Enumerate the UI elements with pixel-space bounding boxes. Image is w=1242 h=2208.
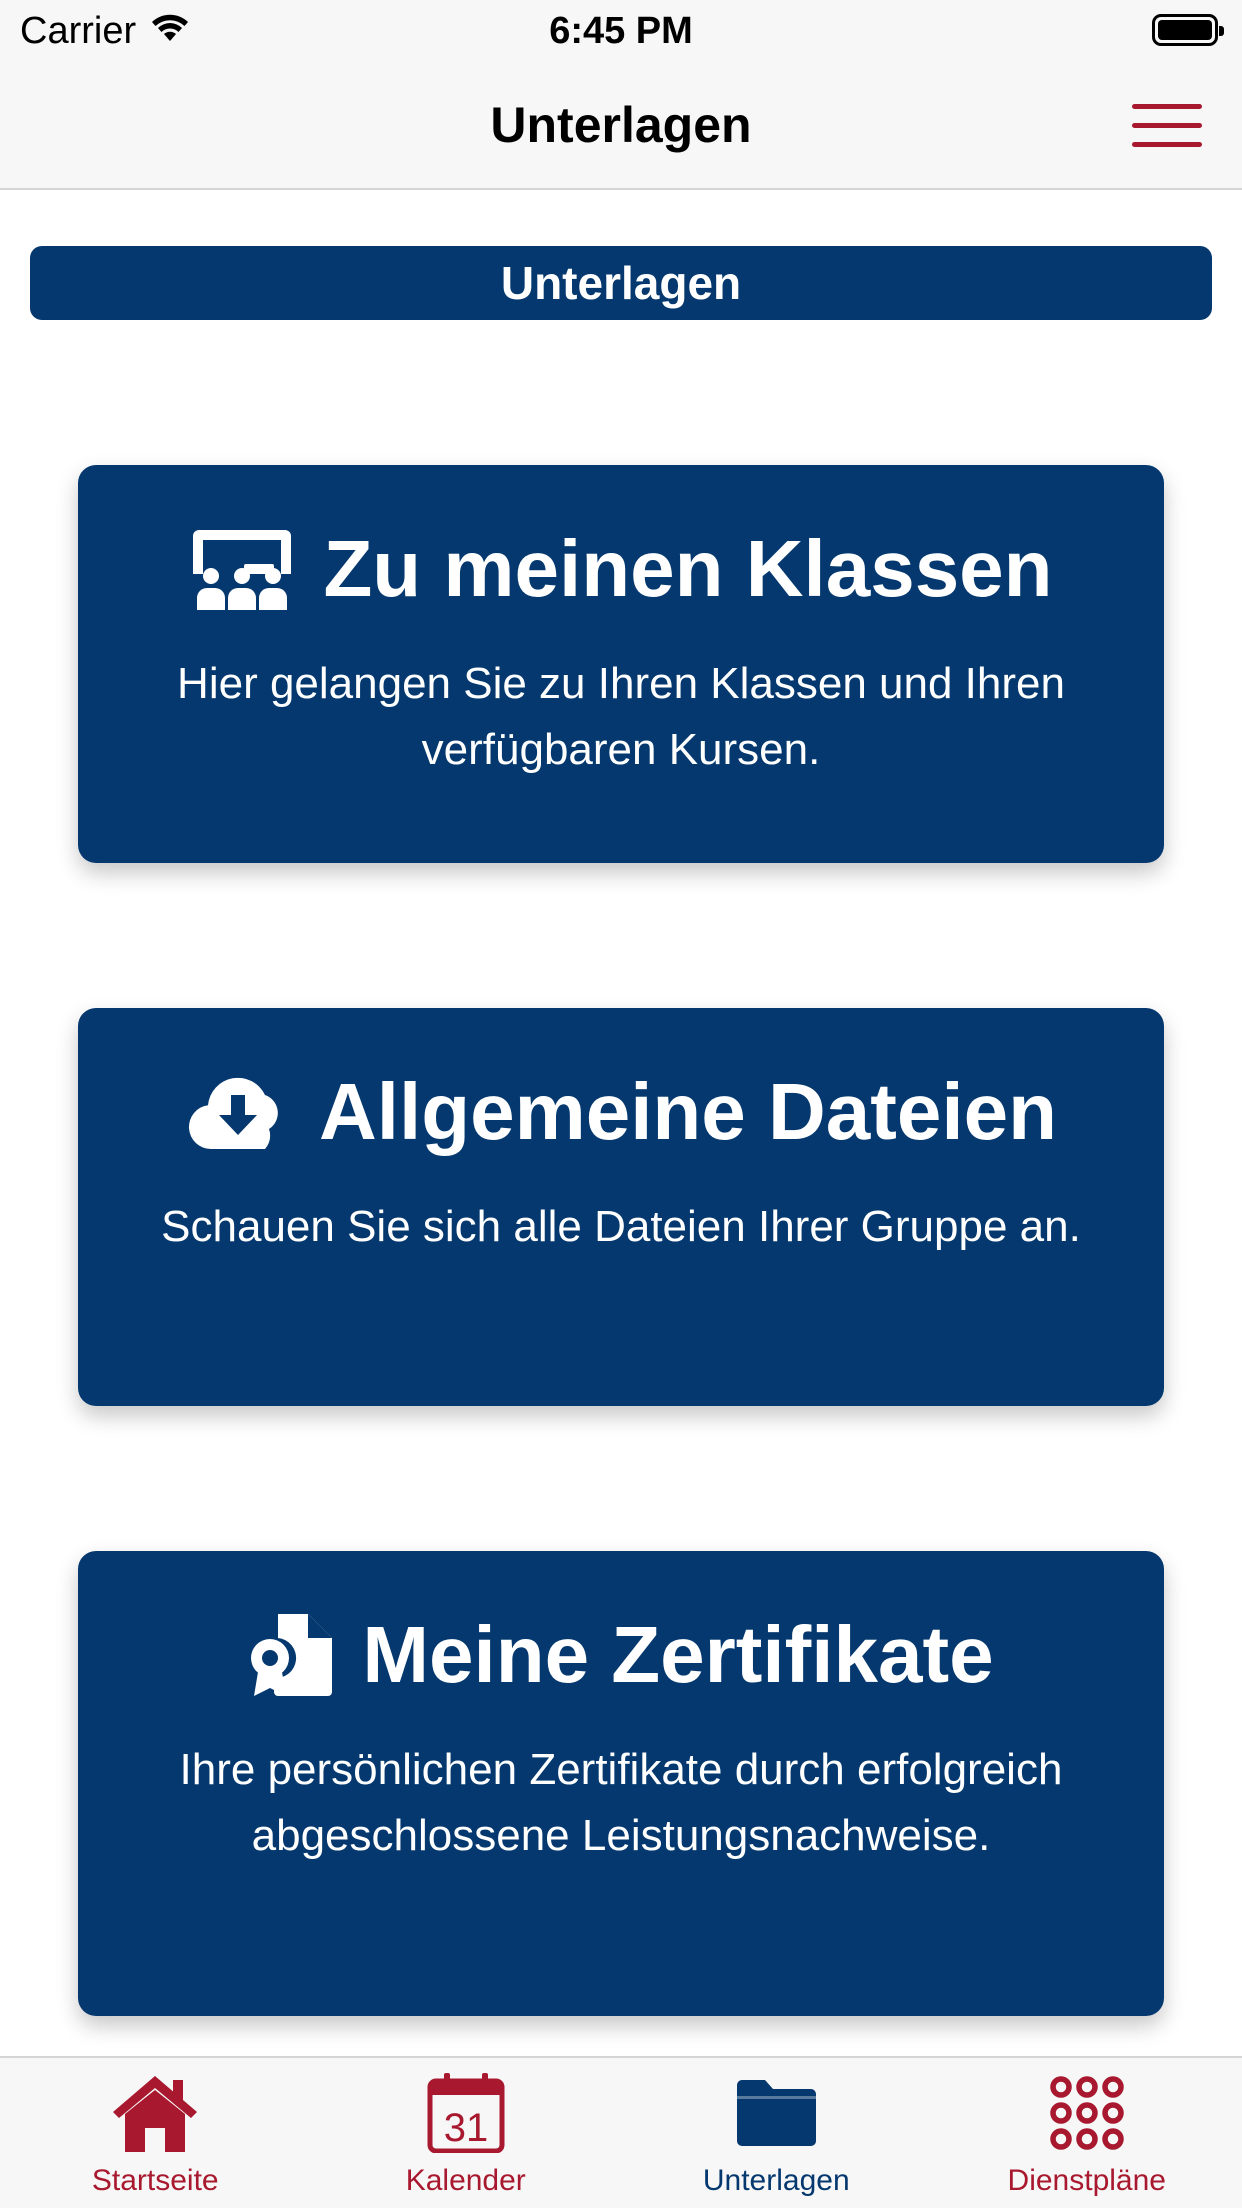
grid-dots-icon <box>1049 2070 1125 2156</box>
cloud-download-icon <box>185 1073 291 1151</box>
card-title-row: Zu meinen Klassen <box>78 523 1164 615</box>
card-title: Meine Zertifikate <box>362 1610 994 1699</box>
home-icon <box>111 2070 199 2156</box>
section-header: Unterlagen <box>30 246 1212 320</box>
tab-kalender[interactable]: 31 Kalender <box>311 2058 622 2208</box>
hamburger-line <box>1132 142 1202 147</box>
classroom-icon <box>189 526 295 612</box>
tab-label: Kalender <box>405 2164 526 2197</box>
tab-startseite[interactable]: Startseite <box>0 2058 311 2208</box>
card-description: Ihre persönlichen Zertifikate durch erfo… <box>179 1745 1063 1860</box>
card-classes[interactable]: Zu meinen Klassen Hier gelangen Sie zu I… <box>78 465 1164 863</box>
card-title: Zu meinen Klassen <box>323 524 1053 613</box>
calendar-day: 31 <box>444 2106 489 2150</box>
card-description: Hier gelangen Sie zu Ihren Klassen und I… <box>177 659 1065 774</box>
folder-icon <box>733 2070 819 2156</box>
tab-label: Unterlagen <box>702 2164 850 2197</box>
tab-label: Dienstpläne <box>1007 2164 1166 2197</box>
navigation-bar: Unterlagen <box>0 62 1242 190</box>
card-title: Allgemeine Dateien <box>318 1067 1057 1156</box>
hamburger-line <box>1132 123 1202 128</box>
menu-button[interactable] <box>1132 104 1202 148</box>
certificate-icon <box>248 1612 334 1698</box>
card-description: Schauen Sie sich alle Dateien Ihrer Grup… <box>161 1202 1081 1251</box>
card-title-row: Meine Zertifikate <box>78 1609 1164 1701</box>
card-general-files[interactable]: Allgemeine Dateien Schauen Sie sich alle… <box>78 1008 1164 1406</box>
card-title-row: Allgemeine Dateien <box>78 1066 1164 1158</box>
tab-label: Startseite <box>91 2164 219 2197</box>
status-time: 6:45 PM <box>549 10 693 52</box>
tab-unterlagen[interactable]: Unterlagen <box>621 2058 932 2208</box>
tab-dienstplaene[interactable]: Dienstpläne <box>932 2058 1242 2208</box>
card-certificates[interactable]: Meine Zertifikate Ihre persönlichen Zert… <box>78 1551 1164 2016</box>
battery-icon <box>1152 14 1224 46</box>
hamburger-line <box>1132 104 1202 109</box>
calendar-icon: 31 <box>427 2070 505 2156</box>
tab-bar: Startseite 31 Kalender Unterlagen Dienst… <box>0 2056 1242 2208</box>
page-title: Unterlagen <box>490 97 752 153</box>
status-bar: Carrier 6:45 PM <box>0 0 1242 62</box>
